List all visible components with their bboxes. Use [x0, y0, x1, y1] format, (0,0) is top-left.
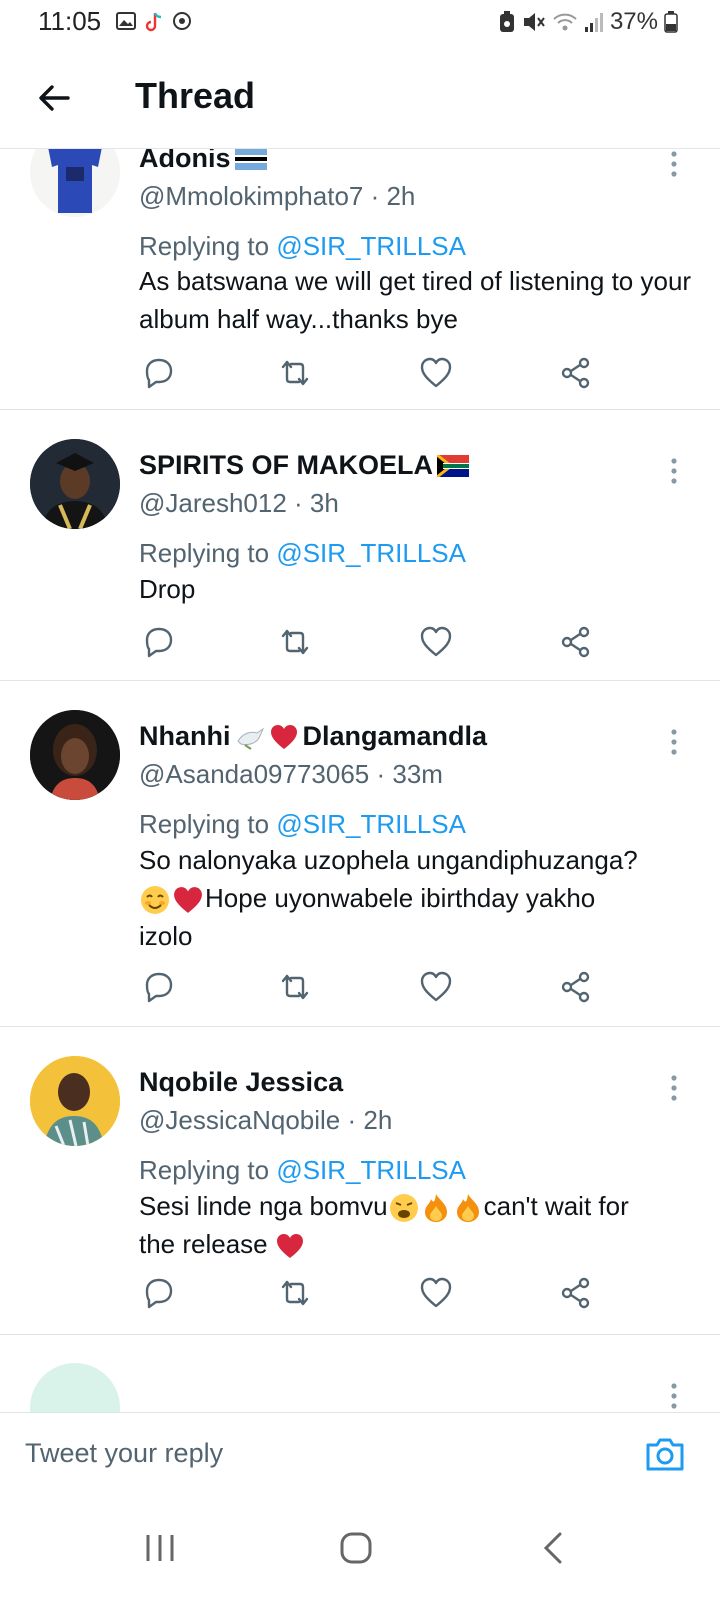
retweet-icon[interactable]	[275, 622, 315, 662]
avatar[interactable]	[30, 439, 120, 529]
page-title: Thread	[135, 75, 256, 116]
avatar[interactable]	[30, 149, 120, 217]
gallery-notification-icon	[116, 12, 136, 30]
share-icon[interactable]	[556, 353, 596, 393]
handle-and-time: @Mmolokimphato7 · 2h	[139, 181, 416, 211]
wifi-icon	[553, 13, 577, 31]
status-bar: 11:05 37%	[0, 0, 720, 48]
like-icon[interactable]	[416, 622, 456, 662]
reply-composer	[0, 1412, 720, 1500]
back-arrow-icon[interactable]	[34, 78, 74, 118]
tweet-actions	[139, 1273, 599, 1313]
red-heart-emoji-icon	[270, 724, 297, 749]
mention-link[interactable]: @SIR_TRILLSA	[276, 809, 466, 839]
tweet-actions	[139, 967, 599, 1007]
red-heart-emoji-icon	[276, 1234, 303, 1259]
profile-photo-avatar-image	[30, 1056, 120, 1146]
like-icon[interactable]	[416, 1273, 456, 1313]
top-app-bar: Thread	[0, 48, 720, 149]
thread-feed[interactable]: Adonis @Mmolokimphato7 · 2h Replying to …	[0, 149, 720, 1412]
display-name[interactable]: Adonis	[139, 149, 267, 174]
more-vertical-icon[interactable]	[670, 151, 678, 177]
tweet-partial[interactable]	[0, 1335, 720, 1412]
tiktok-notification-icon	[145, 12, 162, 32]
nav-back-icon[interactable]	[534, 1528, 574, 1568]
replying-to-line: Replying to @SIR_TRILLSA	[139, 538, 466, 568]
reply-icon[interactable]	[139, 622, 179, 662]
more-vertical-icon[interactable]	[670, 1383, 678, 1409]
tweet-actions	[139, 622, 599, 662]
profile-photo-avatar-image	[30, 710, 120, 800]
tweet-text: So nalonyaka uzophela ungandiphuzanga? H…	[139, 845, 638, 951]
fire-emoji-icon	[424, 1194, 447, 1223]
red-heart-emoji-icon	[174, 887, 202, 913]
tweet-actions	[139, 353, 599, 393]
share-icon[interactable]	[556, 622, 596, 662]
reply-icon[interactable]	[139, 1273, 179, 1313]
more-vertical-icon[interactable]	[670, 458, 678, 484]
like-icon[interactable]	[416, 967, 456, 1007]
graduate-avatar-image	[30, 439, 120, 529]
retweet-icon[interactable]	[275, 1273, 315, 1313]
battery-saver-icon	[499, 11, 514, 32]
tweet-nqobile-jessica[interactable]: Nqobile Jessica @JessicaNqobile · 2h Rep…	[0, 1027, 720, 1335]
avatar[interactable]	[30, 1056, 120, 1146]
sync-notification-icon	[173, 12, 191, 30]
replying-to-line: Replying to @SIR_TRILLSA	[139, 809, 466, 839]
share-icon[interactable]	[556, 967, 596, 1007]
mention-link[interactable]: @SIR_TRILLSA	[276, 538, 466, 568]
display-name[interactable]: Nqobile Jessica	[139, 1067, 343, 1098]
share-icon[interactable]	[556, 1273, 596, 1313]
display-name[interactable]: SPIRITS OF MAKOELA	[139, 450, 470, 481]
botswana-flag-icon	[234, 149, 267, 170]
mention-link[interactable]: @SIR_TRILLSA	[276, 1155, 466, 1185]
handle-and-time: @Jaresh012 · 3h	[139, 488, 339, 518]
fire-emoji-icon	[456, 1194, 479, 1223]
reply-icon[interactable]	[139, 353, 179, 393]
tshirt-avatar-image	[30, 149, 120, 217]
signal-icon	[584, 13, 603, 32]
camera-icon[interactable]	[644, 1435, 686, 1473]
mute-icon	[523, 13, 545, 31]
handle-and-time: @JessicaNqobile · 2h	[139, 1105, 393, 1135]
recents-icon[interactable]	[140, 1528, 180, 1568]
like-icon[interactable]	[416, 353, 456, 393]
home-icon[interactable]	[336, 1528, 376, 1568]
reply-input[interactable]	[23, 1427, 627, 1479]
smiling-face-emoji-icon	[141, 886, 169, 915]
display-name[interactable]: Nhanhi Dlangamandla	[139, 721, 487, 752]
more-vertical-icon[interactable]	[670, 729, 678, 755]
avatar[interactable]	[30, 710, 120, 800]
status-time: 11:05	[38, 6, 102, 36]
battery-icon	[664, 11, 678, 33]
tweet-text: As batswana we will get tired of listeni…	[139, 266, 692, 334]
battery-percent: 37%	[609, 8, 658, 35]
tweet-nhanhi-dlangamandla[interactable]: Nhanhi Dlangamandla @Asanda09773065 · 33…	[0, 681, 720, 1027]
retweet-icon[interactable]	[275, 967, 315, 1007]
tweet-spirits-of-makoela[interactable]: SPIRITS OF MAKOELA @Jaresh012 · 3h Reply…	[0, 410, 720, 681]
handle-and-time: @Asanda09773065 · 33m	[139, 759, 443, 789]
replying-to-line: Replying to @SIR_TRILLSA	[139, 1155, 466, 1185]
tweet-text: Sesi linde nga bomvu can't wait for the r…	[139, 1191, 629, 1259]
tweet-text: Drop	[139, 574, 196, 604]
mention-link[interactable]: @SIR_TRILLSA	[276, 231, 466, 261]
system-navigation-bar	[0, 1498, 720, 1600]
weary-face-emoji-icon	[389, 1194, 418, 1223]
tweet-adonis[interactable]: Adonis @Mmolokimphato7 · 2h Replying to …	[0, 149, 720, 410]
replying-to-line: Replying to @SIR_TRILLSA	[139, 231, 466, 261]
retweet-icon[interactable]	[275, 353, 315, 393]
dove-emoji-icon	[236, 727, 264, 750]
avatar[interactable]	[30, 1363, 120, 1412]
more-vertical-icon[interactable]	[670, 1075, 678, 1101]
south-africa-flag-icon	[437, 454, 470, 477]
reply-icon[interactable]	[139, 967, 179, 1007]
